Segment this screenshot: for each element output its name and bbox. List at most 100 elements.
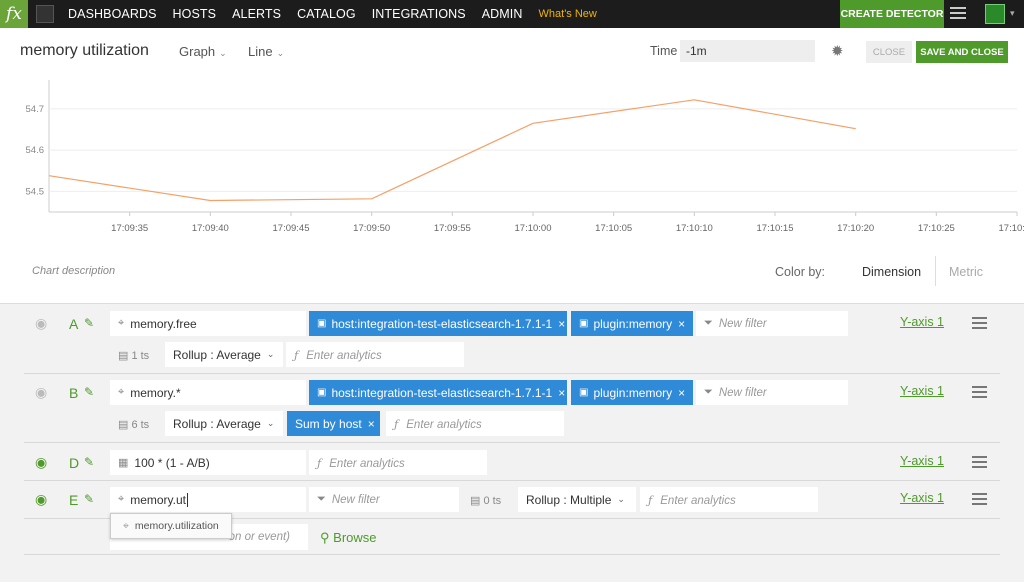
x-tick-label: 17:10:10: [676, 223, 713, 234]
time-range-input[interactable]: [680, 40, 815, 62]
rollup-dropdown[interactable]: Rollup : Average ⌄: [165, 342, 283, 367]
filter-chip[interactable]: ▣ plugin:memory ×: [571, 311, 693, 336]
nav-integrations[interactable]: INTEGRATIONS: [372, 7, 466, 21]
filter-chip[interactable]: ▣ plugin:memory ×: [571, 380, 693, 405]
analytics-placeholder-text: Enter analytics: [406, 418, 482, 431]
analytics-placeholder: ƒ Enter analytics: [294, 348, 382, 362]
plot-menu-icon[interactable]: [972, 386, 987, 398]
x-tick-label: 17:10:05: [595, 223, 632, 234]
filter-chip[interactable]: ▣ host:integration-test-elasticsearch-1.7…: [309, 380, 567, 405]
function-icon: ƒ: [394, 416, 399, 431]
y-axis-selector[interactable]: Y-axis 1: [900, 491, 944, 505]
gear-icon[interactable]: ✹: [831, 42, 844, 60]
ts-count-text: 0 ts: [483, 495, 502, 507]
nav-admin[interactable]: ADMIN: [482, 7, 523, 21]
chart-type-dropdown[interactable]: Graph ⌄: [179, 44, 227, 59]
new-filter-input[interactable]: ⏷ New filter: [309, 487, 459, 512]
pencil-icon[interactable]: ✎: [84, 385, 94, 399]
color-by-dimension-option[interactable]: Dimension: [862, 265, 921, 279]
close-icon[interactable]: ×: [678, 386, 685, 400]
analytics-placeholder: ƒ Enter analytics: [648, 493, 736, 507]
signal-input-b[interactable]: ⌖ memory.*: [110, 380, 306, 405]
pencil-icon[interactable]: ✎: [84, 492, 94, 506]
new-filter-input[interactable]: ⏷ New filter: [696, 380, 848, 405]
x-tick-label: 17:10:25: [918, 223, 955, 234]
autocomplete-suggestion[interactable]: ⌖ memory.utilization: [110, 513, 232, 539]
nav-whats-new[interactable]: What's New: [539, 8, 597, 20]
eye-icon[interactable]: ◉: [35, 315, 47, 332]
filter-chip[interactable]: ▣ host:integration-test-elasticsearch-1.7…: [309, 311, 567, 336]
sidebar-toggle-icon[interactable]: [36, 5, 54, 23]
close-icon[interactable]: ×: [368, 417, 375, 431]
plot-menu-icon[interactable]: [972, 493, 987, 505]
analytics-input[interactable]: ƒ Enter analytics: [640, 487, 818, 512]
nav-catalog[interactable]: CATALOG: [297, 7, 356, 21]
new-filter-input[interactable]: ⏷ New filter: [696, 311, 848, 336]
nav-hosts[interactable]: HOSTS: [173, 7, 217, 21]
line-chart[interactable]: 54.5 54.6 54.7 17:09:35 17:09:40 17:09:45 17:0…: [0, 80, 1024, 240]
time-label: Time: [650, 44, 678, 58]
y-axis-selector[interactable]: Y-axis 1: [900, 315, 944, 329]
pencil-icon[interactable]: ✎: [84, 455, 94, 469]
analytics-input[interactable]: ƒ Enter analytics: [309, 450, 487, 475]
x-tick-label: 17:09:45: [273, 223, 310, 234]
signal-input-a[interactable]: ⌖ memory.free: [110, 311, 306, 336]
close-icon[interactable]: ×: [558, 386, 565, 400]
chart-description-field[interactable]: Chart description: [32, 265, 115, 277]
plot-letter-b[interactable]: B: [69, 385, 78, 401]
divider: [24, 480, 1000, 481]
chevron-down-icon[interactable]: ▾: [1010, 8, 1015, 19]
ts-count-text: 1 ts: [131, 350, 150, 362]
plot-type-dropdown[interactable]: Line ⌄: [248, 44, 284, 59]
x-tick-label: 17:09:35: [111, 223, 148, 234]
signal-input-e[interactable]: ⌖ memory.ut: [110, 487, 306, 512]
timeseries-count: ▤ 6 ts: [118, 419, 150, 431]
signal-text: memory.*: [130, 385, 181, 400]
analytics-input[interactable]: ƒ Enter analytics: [286, 342, 464, 367]
tag-icon: ⌖: [123, 519, 129, 532]
x-tick-label: 17:10:00: [515, 223, 552, 234]
filter-icon: ⏷: [704, 386, 713, 398]
analytics-chip[interactable]: Sum by host ×: [287, 411, 380, 436]
create-detector-button[interactable]: CREATE DETECTOR: [840, 0, 944, 28]
nav-dashboards[interactable]: DASHBOARDS: [68, 7, 157, 21]
plot-letter-a[interactable]: A: [69, 316, 78, 332]
x-tick-label: 17:10:15: [757, 223, 794, 234]
pencil-icon[interactable]: ✎: [84, 316, 94, 330]
close-icon[interactable]: ×: [678, 317, 685, 331]
analytics-input[interactable]: ƒ Enter analytics: [386, 411, 564, 436]
function-icon: ƒ: [317, 455, 322, 470]
rollup-dropdown[interactable]: Rollup : Average ⌄: [165, 411, 283, 436]
divider: [935, 256, 936, 286]
close-button[interactable]: CLOSE: [866, 41, 912, 63]
plot-menu-icon[interactable]: [972, 317, 987, 329]
x-tick-label: 17:10:30: [999, 223, 1024, 234]
color-by-metric-option[interactable]: Metric: [949, 265, 983, 279]
y-axis-selector[interactable]: Y-axis 1: [900, 384, 944, 398]
suggestion-text: memory.utilization: [134, 520, 219, 532]
nav-alerts[interactable]: ALERTS: [232, 7, 281, 21]
filter-type-icon: ▣: [317, 387, 327, 398]
plot-menu-icon[interactable]: [972, 456, 987, 468]
rollup-dropdown[interactable]: Rollup : Multiple ⌄: [518, 487, 636, 512]
close-icon[interactable]: ×: [558, 317, 565, 331]
plot-letter-e[interactable]: E: [69, 492, 78, 508]
app-logo[interactable]: fx: [0, 0, 28, 28]
chevron-down-icon: ⌄: [617, 494, 625, 504]
plot-letter-d[interactable]: D: [69, 455, 79, 471]
main-menu-icon[interactable]: [950, 7, 966, 21]
page-title[interactable]: memory utilization: [20, 42, 149, 60]
chevron-down-icon: ⌄: [276, 48, 285, 58]
y-axis-selector[interactable]: Y-axis 1: [900, 454, 944, 468]
filter-type-icon: ▣: [317, 318, 327, 329]
filter-icon: ⏷: [704, 317, 713, 329]
x-tick-label: 17:09:40: [192, 223, 229, 234]
expression-input-d[interactable]: ▦ 100 * (1 - A/B): [110, 450, 306, 475]
save-and-close-button[interactable]: SAVE AND CLOSE: [916, 41, 1008, 63]
eye-icon[interactable]: ◉: [35, 491, 47, 508]
avatar[interactable]: [985, 4, 1005, 24]
browse-button[interactable]: ⚲ Browse: [320, 530, 377, 546]
eye-icon[interactable]: ◉: [35, 454, 47, 471]
chevron-down-icon: ⌄: [219, 48, 227, 58]
eye-icon[interactable]: ◉: [35, 384, 47, 401]
